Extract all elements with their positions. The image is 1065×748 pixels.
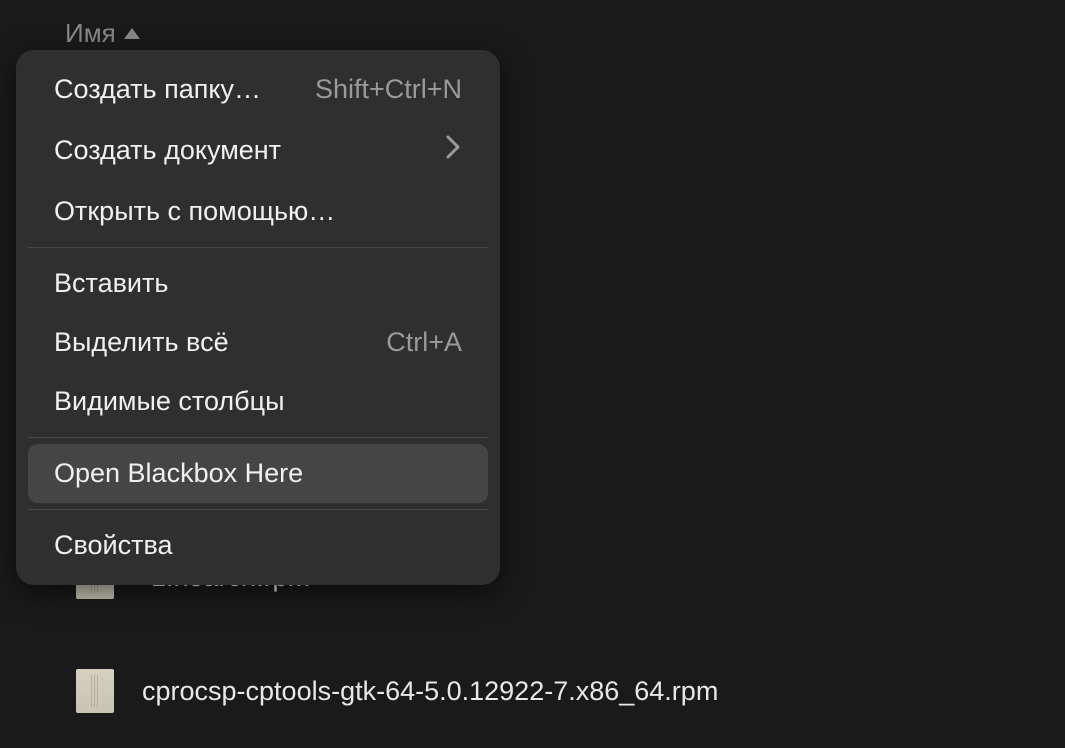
menu-item-select-all[interactable]: Выделить всё Ctrl+A: [28, 313, 488, 372]
menu-item-visible-columns[interactable]: Видимые столбцы: [28, 372, 488, 431]
menu-item-label: Вставить: [54, 268, 168, 299]
menu-item-label: Свойства: [54, 530, 173, 561]
menu-item-shortcut: Ctrl+A: [386, 327, 462, 358]
menu-item-label: Создать папку…: [54, 74, 261, 105]
context-menu: Создать папку… Shift+Ctrl+N Создать доку…: [16, 50, 500, 585]
archive-file-icon: [76, 669, 114, 713]
chevron-right-icon: [444, 133, 462, 168]
menu-item-label: Open Blackbox Here: [54, 458, 303, 489]
menu-separator: [28, 437, 488, 438]
menu-item-create-folder[interactable]: Создать папку… Shift+Ctrl+N: [28, 60, 488, 119]
menu-separator: [28, 509, 488, 510]
menu-item-label: Видимые столбцы: [54, 386, 285, 417]
file-row[interactable]: cprocsp-cptools-gtk-64-5.0.12922-7.x86_6…: [0, 634, 1065, 748]
file-name: cprocsp-cptools-gtk-64-5.0.12922-7.x86_6…: [142, 676, 718, 707]
menu-item-open-with[interactable]: Открыть с помощью…: [28, 182, 488, 241]
menu-item-open-blackbox[interactable]: Open Blackbox Here: [28, 444, 488, 503]
menu-item-shortcut: Shift+Ctrl+N: [315, 74, 462, 105]
menu-item-paste[interactable]: Вставить: [28, 254, 488, 313]
menu-item-label: Выделить всё: [54, 327, 229, 358]
menu-item-label: Открыть с помощью…: [54, 196, 335, 227]
menu-item-properties[interactable]: Свойства: [28, 516, 488, 575]
menu-separator: [28, 247, 488, 248]
menu-item-label: Создать документ: [54, 135, 281, 166]
menu-item-create-document[interactable]: Создать документ: [28, 119, 488, 182]
